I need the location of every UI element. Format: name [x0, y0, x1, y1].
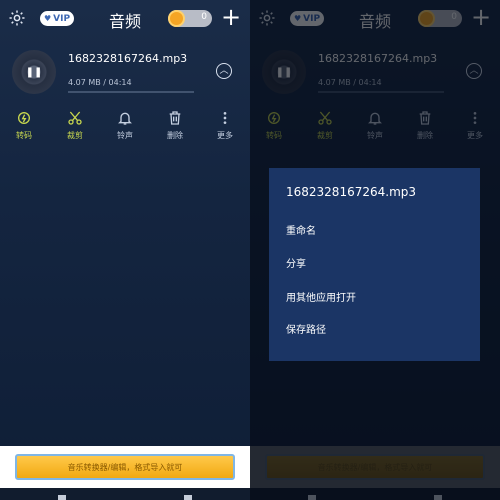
file-context-menu: 1682328167264.mp3 重命名 分享 用其他应用打开 保存路径 [269, 168, 480, 361]
delete-label: 删除 [167, 131, 183, 140]
ringtone-button[interactable]: 铃声 [107, 108, 143, 148]
cut-label: 裁剪 [67, 131, 83, 140]
cut-button[interactable]: 裁剪 [57, 108, 93, 148]
ad-banner-area: 音乐转换器/编辑，格式导入就可 [0, 446, 250, 488]
pause-icon[interactable]: ❚❚ [26, 67, 43, 78]
file-name: 1682328167264.mp3 [68, 52, 188, 65]
transcode-label: 转码 [16, 131, 32, 140]
audio-screen-left: ♥ VIP 音频 0 + ❚❚ 1682328167264.mp3 4.07 M… [0, 0, 250, 500]
nav-files-icon[interactable] [184, 495, 192, 500]
transcode-button[interactable]: 转码 [6, 108, 42, 148]
scissors-icon [68, 111, 82, 125]
add-icon[interactable]: + [221, 3, 241, 31]
ringtone-label: 铃声 [117, 131, 133, 140]
page-title: 音频 [108, 12, 141, 31]
menu-item-share[interactable]: 分享 [286, 255, 306, 270]
menu-item-open-with[interactable]: 用其他应用打开 [286, 289, 356, 304]
coin-toggle[interactable]: 0 [168, 10, 212, 27]
audio-screen-right: ♥ VIP 音频 0 + ❚❚ 1682328167264.mp3 4.07 M… [250, 0, 500, 500]
trash-icon [169, 111, 181, 125]
menu-item-rename[interactable]: 重命名 [286, 222, 316, 237]
more-vertical-icon [223, 112, 227, 124]
chevron-up-icon[interactable]: ︿ [216, 63, 232, 79]
transcode-icon [18, 112, 30, 124]
ad-banner[interactable]: 音乐转换器/编辑，格式导入就可 [15, 454, 235, 480]
coin-icon [168, 10, 185, 27]
top-bar: ♥ VIP 音频 0 + [0, 0, 250, 38]
playback-progress[interactable] [68, 91, 194, 93]
menu-item-save-path[interactable]: 保存路径 [286, 321, 326, 336]
more-label: 更多 [217, 131, 233, 140]
bottom-nav [0, 488, 250, 500]
menu-title: 1682328167264.mp3 [286, 185, 417, 199]
bell-icon [118, 112, 132, 125]
file-meta: 4.07 MB / 04:14 [68, 78, 132, 87]
more-button[interactable]: 更多 [207, 108, 243, 148]
delete-button[interactable]: 删除 [157, 108, 193, 148]
audio-file-row[interactable]: ❚❚ 1682328167264.mp3 4.07 MB / 04:14 ︿ [0, 38, 250, 104]
disc-thumbnail[interactable]: ❚❚ [12, 50, 56, 94]
action-toolbar: 转码 裁剪 铃声 删除 更多 [0, 108, 250, 148]
nav-home-icon[interactable] [58, 495, 66, 500]
coin-count: 0 [201, 12, 207, 22]
